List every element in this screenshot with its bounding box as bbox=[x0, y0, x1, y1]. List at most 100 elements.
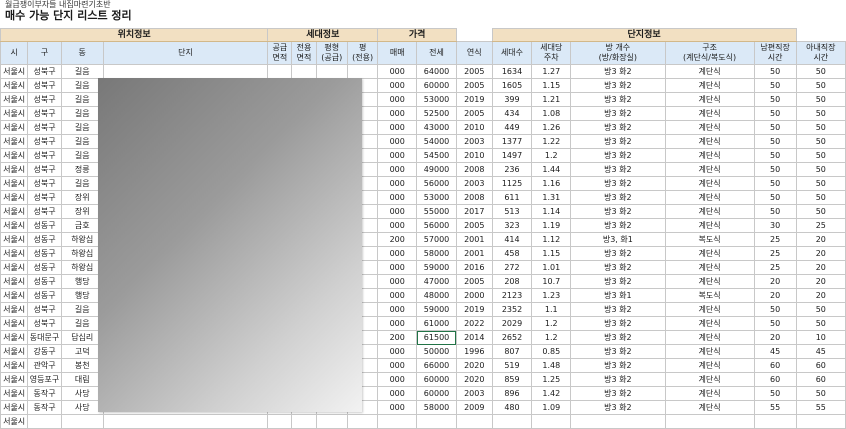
cell[interactable] bbox=[346, 414, 379, 429]
cell-dong[interactable]: 길음 bbox=[60, 78, 104, 93]
cell-h[interactable]: 20 bbox=[753, 330, 797, 345]
cell-mae[interactable]: 000 bbox=[377, 260, 418, 275]
cell-year[interactable]: 2009 bbox=[455, 400, 493, 415]
column-header[interactable]: 평 (전용) bbox=[346, 41, 379, 65]
cell-jeon[interactable]: 56000 bbox=[416, 176, 457, 191]
cell-park[interactable]: 1.09 bbox=[531, 400, 572, 415]
cell-year[interactable]: 2020 bbox=[455, 372, 493, 387]
cell-jeon[interactable]: 49000 bbox=[416, 162, 457, 177]
cell-dong[interactable]: 하왕십 bbox=[60, 246, 104, 261]
cell-w[interactable]: 55 bbox=[795, 400, 846, 415]
cell-mae[interactable]: 000 bbox=[377, 204, 418, 219]
cell-h[interactable]: 50 bbox=[753, 134, 797, 149]
cell-dong[interactable]: 길음 bbox=[60, 106, 104, 121]
cell-jeon[interactable]: 60000 bbox=[416, 386, 457, 401]
cell-year[interactable]: 2020 bbox=[455, 358, 493, 373]
cell-park[interactable]: 1.31 bbox=[531, 190, 572, 205]
cell-mae[interactable]: 000 bbox=[377, 316, 418, 331]
cell-year[interactable]: 2005 bbox=[455, 64, 493, 79]
cell-h[interactable]: 60 bbox=[753, 358, 797, 373]
cell-w[interactable]: 50 bbox=[795, 176, 846, 191]
cell-mae[interactable]: 000 bbox=[377, 176, 418, 191]
cell[interactable] bbox=[267, 414, 293, 429]
cell-park[interactable]: 1.01 bbox=[531, 260, 572, 275]
cell-units[interactable]: 208 bbox=[491, 274, 533, 289]
cell-year[interactable]: 2000 bbox=[455, 288, 493, 303]
cell-rooms[interactable]: 방3 화2 bbox=[570, 344, 666, 359]
cell-str[interactable]: 계단식 bbox=[664, 148, 755, 163]
cell-rooms[interactable]: 방3 화2 bbox=[570, 372, 666, 387]
cell-rooms[interactable]: 방3 화2 bbox=[570, 190, 666, 205]
cell-si[interactable]: 서울시 bbox=[0, 120, 29, 135]
cell-si[interactable]: 서울시 bbox=[0, 232, 29, 247]
cell-units[interactable]: 2029 bbox=[491, 316, 533, 331]
cell-str[interactable]: 계단식 bbox=[664, 330, 755, 345]
cell-w[interactable]: 50 bbox=[795, 386, 846, 401]
cell-year[interactable]: 1996 bbox=[455, 344, 493, 359]
cell-units[interactable]: 896 bbox=[491, 386, 533, 401]
cell-gu[interactable]: 성북구 bbox=[27, 106, 62, 121]
column-header[interactable]: 공급 면적 bbox=[267, 41, 293, 65]
cell-units[interactable]: 414 bbox=[491, 232, 533, 247]
cell-si[interactable]: 서울시 bbox=[0, 106, 29, 121]
cell-jeon[interactable]: 56000 bbox=[416, 218, 457, 233]
cell-h[interactable]: 50 bbox=[753, 162, 797, 177]
group-complex-info[interactable]: 단지정보 bbox=[491, 28, 797, 42]
cell-gu[interactable]: 성북구 bbox=[27, 78, 62, 93]
cell-si[interactable]: 서울시 bbox=[0, 386, 29, 401]
cell-gu[interactable]: 동작구 bbox=[27, 400, 62, 415]
cell-jeon[interactable]: 50000 bbox=[416, 344, 457, 359]
cell-str[interactable]: 계단식 bbox=[664, 260, 755, 275]
cell-dong[interactable]: 대림 bbox=[60, 372, 104, 387]
cell-mae[interactable]: 000 bbox=[377, 386, 418, 401]
cell-si[interactable]: 서울시 bbox=[0, 260, 29, 275]
cell-h[interactable]: 25 bbox=[753, 232, 797, 247]
cell-mae[interactable]: 000 bbox=[377, 78, 418, 93]
cell-rooms[interactable]: 방3 화2 bbox=[570, 358, 666, 373]
cell-units[interactable]: 859 bbox=[491, 372, 533, 387]
cell-rooms[interactable]: 방3 화2 bbox=[570, 330, 666, 345]
cell-w[interactable]: 50 bbox=[795, 92, 846, 107]
cell-gu[interactable]: 성북구 bbox=[27, 64, 62, 79]
cell-mae[interactable]: 000 bbox=[377, 302, 418, 317]
cell-w[interactable]: 45 bbox=[795, 344, 846, 359]
cell[interactable] bbox=[291, 64, 317, 79]
cell-w[interactable]: 20 bbox=[795, 274, 846, 289]
cell-w[interactable]: 50 bbox=[795, 190, 846, 205]
cell-mae[interactable]: 200 bbox=[377, 232, 418, 247]
cell-w[interactable]: 50 bbox=[795, 106, 846, 121]
cell-h[interactable]: 50 bbox=[753, 302, 797, 317]
cell-units[interactable]: 399 bbox=[491, 92, 533, 107]
cell-units[interactable]: 480 bbox=[491, 400, 533, 415]
cell-str[interactable]: 계단식 bbox=[664, 372, 755, 387]
cell-si[interactable]: 서울시 bbox=[0, 330, 29, 345]
cell-str[interactable]: 계단식 bbox=[664, 64, 755, 79]
cell-jeon[interactable]: 47000 bbox=[416, 274, 457, 289]
cell-year[interactable]: 2003 bbox=[455, 134, 493, 149]
cell-jeon[interactable]: 60000 bbox=[416, 78, 457, 93]
cell-rooms[interactable]: 방3 화2 bbox=[570, 302, 666, 317]
cell-rooms[interactable]: 방3 화2 bbox=[570, 204, 666, 219]
cell-jeon[interactable]: 59000 bbox=[416, 302, 457, 317]
cell-park[interactable]: 1.27 bbox=[531, 64, 572, 79]
cell-rooms[interactable]: 방3 화2 bbox=[570, 246, 666, 261]
cell-w[interactable]: 20 bbox=[795, 288, 846, 303]
cell-jeon[interactable]: 64000 bbox=[416, 64, 457, 79]
cell-rooms[interactable]: 방3 화2 bbox=[570, 400, 666, 415]
cell-w[interactable]: 50 bbox=[795, 148, 846, 163]
cell-h[interactable]: 20 bbox=[753, 274, 797, 289]
cell-si[interactable]: 서울시 bbox=[0, 400, 29, 415]
cell-units[interactable]: 1634 bbox=[491, 64, 533, 79]
cell-w[interactable]: 50 bbox=[795, 204, 846, 219]
cell-rooms[interactable]: 방3 화2 bbox=[570, 218, 666, 233]
cell-units[interactable]: 807 bbox=[491, 344, 533, 359]
cell-gu[interactable]: 성북구 bbox=[27, 120, 62, 135]
cell-h[interactable]: 50 bbox=[753, 148, 797, 163]
column-header[interactable]: 연식 bbox=[455, 41, 493, 65]
cell-rooms[interactable]: 방3 화1 bbox=[570, 288, 666, 303]
cell-mae[interactable]: 000 bbox=[377, 148, 418, 163]
cell-w[interactable]: 60 bbox=[795, 372, 846, 387]
cell-dong[interactable]: 길음 bbox=[60, 148, 104, 163]
cell-year[interactable]: 2008 bbox=[455, 162, 493, 177]
cell-rooms[interactable]: 방3 화2 bbox=[570, 78, 666, 93]
